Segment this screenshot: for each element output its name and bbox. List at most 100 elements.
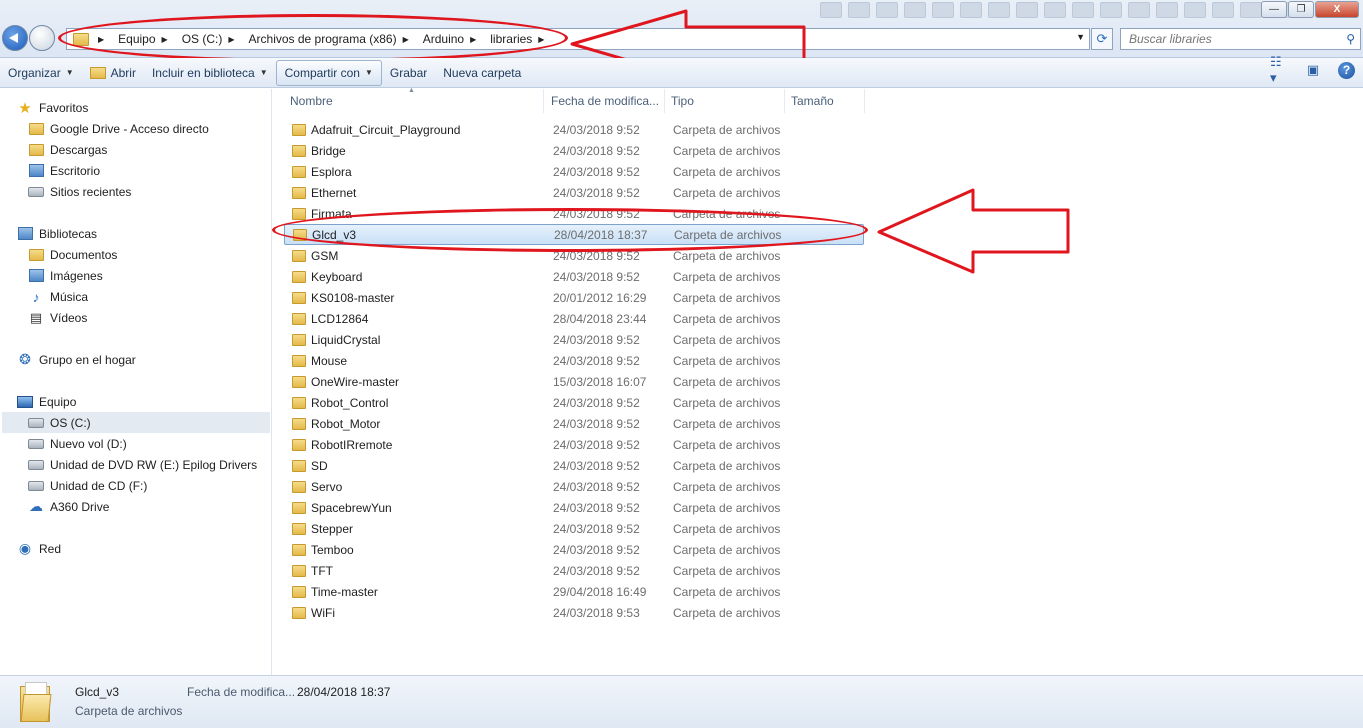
- file-row[interactable]: Esplora 24/03/2018 9:52 Carpeta de archivo…: [284, 161, 864, 182]
- folder-icon: [292, 522, 306, 535]
- file-row[interactable]: LiquidCrystal 24/03/2018 9:52 Carpeta de a…: [284, 329, 864, 350]
- file-name: RobotIRremote: [311, 437, 393, 452]
- search-box[interactable]: ⚲: [1120, 28, 1361, 50]
- file-name: KS0108-master: [311, 290, 395, 305]
- file-row[interactable]: Stepper 24/03/2018 9:52 Carpeta de archivo…: [284, 518, 864, 539]
- file-type: Carpeta de archivos: [673, 122, 781, 137]
- organize-menu[interactable]: Organizar ▼: [0, 60, 82, 86]
- annotation-ellipse-selected-row: [272, 208, 868, 252]
- file-row[interactable]: SD 24/03/2018 9:52 Carpeta de archivos: [284, 455, 864, 476]
- navigation-pane: ★ Favoritos Google Drive - Acceso directo…: [0, 89, 272, 675]
- folder-icon: [292, 459, 306, 472]
- preview-pane-icon[interactable]: ▣: [1304, 61, 1322, 79]
- file-date: 20/01/2012 16:29: [553, 290, 647, 305]
- folder-shortcut-icon: [28, 122, 44, 135]
- file-row[interactable]: Mouse 24/03/2018 9:52 Carpeta de archivos: [284, 350, 864, 371]
- file-row[interactable]: LCD12864 28/04/2018 23:44 Carpeta de archi…: [284, 308, 864, 329]
- maximize-button[interactable]: ❐: [1288, 1, 1314, 18]
- column-header-type[interactable]: Tipo: [665, 89, 785, 113]
- file-row[interactable]: SpacebrewYun 24/03/2018 9:52 Carpeta de ar…: [284, 497, 864, 518]
- sidebar-favorites[interactable]: ★ Favoritos: [17, 97, 88, 118]
- dvd-drive-icon: [28, 459, 44, 470]
- hard-drive-icon: [28, 438, 44, 449]
- file-date: 28/04/2018 23:44: [553, 311, 647, 326]
- folder-icon: [292, 396, 306, 409]
- file-list: ▲ Nombre Fecha de modifica... Tipo Tamañ…: [272, 87, 1363, 675]
- file-type: Carpeta de archivos: [673, 185, 781, 200]
- sidebar-item-google-drive[interactable]: Google Drive - Acceso directo: [28, 118, 209, 139]
- search-icon[interactable]: ⚲: [1346, 32, 1355, 46]
- file-name: TFT: [311, 563, 333, 578]
- sidebar-item-drive-d[interactable]: Nuevo vol (D:): [28, 433, 127, 454]
- sidebar-libraries[interactable]: Bibliotecas: [17, 223, 97, 244]
- details-name: Glcd_v3: [75, 685, 120, 699]
- folder-icon: [292, 354, 306, 367]
- help-icon[interactable]: ?: [1338, 61, 1355, 79]
- details-pane: Glcd_v3 Carpeta de archivos Fecha de mod…: [0, 675, 1363, 728]
- file-row[interactable]: Adafruit_Circuit_Playground 24/03/2018 9:…: [284, 119, 864, 140]
- column-header-name[interactable]: Nombre: [284, 89, 544, 113]
- forward-button[interactable]: [29, 25, 55, 51]
- file-type: Carpeta de archivos: [673, 395, 781, 410]
- file-row[interactable]: Ethernet 24/03/2018 9:52 Carpeta de archiv…: [284, 182, 864, 203]
- file-row[interactable]: Keyboard 24/03/2018 9:52 Carpeta de archiv…: [284, 266, 864, 287]
- open-button[interactable]: Abrir: [82, 60, 144, 86]
- new-folder-button[interactable]: Nueva carpeta: [435, 60, 529, 86]
- file-date: 24/03/2018 9:52: [553, 458, 640, 473]
- file-row[interactable]: WiFi 24/03/2018 9:53 Carpeta de archivos: [284, 602, 864, 623]
- refresh-icon[interactable]: ⟳: [1091, 28, 1113, 50]
- file-row[interactable]: Bridge 24/03/2018 9:52 Carpeta de archivos: [284, 140, 864, 161]
- file-type: Carpeta de archivos: [673, 143, 781, 158]
- sidebar-item-pictures[interactable]: Imágenes: [28, 265, 103, 286]
- close-button[interactable]: X: [1315, 1, 1359, 18]
- sidebar-item-documents[interactable]: Documentos: [28, 244, 117, 265]
- include-in-library-menu[interactable]: Incluir en biblioteca ▼: [144, 60, 276, 86]
- sidebar-item-cd-drive[interactable]: Unidad de CD (F:): [28, 475, 147, 496]
- minimize-button[interactable]: —: [1261, 1, 1287, 18]
- sidebar-network[interactable]: ◉ Red: [17, 538, 61, 559]
- file-type: Carpeta de archivos: [673, 563, 781, 578]
- folder-icon: [292, 438, 306, 451]
- address-dropdown-icon[interactable]: ▼: [1076, 32, 1085, 42]
- share-with-menu[interactable]: Compartir con ▼: [275, 59, 382, 86]
- hard-drive-icon: [28, 417, 44, 428]
- sidebar-item-a360-drive[interactable]: ☁ A360 Drive: [28, 496, 109, 517]
- file-row[interactable]: Servo 24/03/2018 9:52 Carpeta de archivos: [284, 476, 864, 497]
- file-row[interactable]: KS0108-master 20/01/2012 16:29 Carpeta de …: [284, 287, 864, 308]
- file-date: 24/03/2018 9:52: [553, 542, 640, 557]
- sidebar-item-music[interactable]: ♪ Música: [28, 286, 89, 307]
- sidebar-item-desktop[interactable]: Escritorio: [28, 160, 100, 181]
- sidebar-homegroup[interactable]: ❂ Grupo en el hogar: [17, 349, 136, 370]
- file-row[interactable]: Robot_Control 24/03/2018 9:52 Carpeta de a…: [284, 392, 864, 413]
- file-row[interactable]: TFT 24/03/2018 9:52 Carpeta de archivos: [284, 560, 864, 581]
- file-row[interactable]: OneWire-master 15/03/2018 16:07 Carpeta de…: [284, 371, 864, 392]
- file-row[interactable]: RobotIRremote 24/03/2018 9:52 Carpeta de a…: [284, 434, 864, 455]
- recent-places-icon: [28, 186, 44, 197]
- column-header-date[interactable]: Fecha de modifica...: [545, 89, 665, 113]
- details-date-value: 28/04/2018 18:37: [297, 685, 391, 699]
- folder-icon: [292, 375, 306, 388]
- file-date: 24/03/2018 9:52: [553, 185, 640, 200]
- sidebar-computer[interactable]: Equipo: [17, 391, 76, 412]
- sidebar-item-dvd-drive[interactable]: Unidad de DVD RW (E:) Epilog Drivers: [28, 454, 257, 475]
- sidebar-item-downloads[interactable]: Descargas: [28, 139, 107, 160]
- file-name: Mouse: [311, 353, 348, 368]
- sidebar-item-recent-places[interactable]: Sitios recientes: [28, 181, 131, 202]
- music-note-icon: ♪: [32, 288, 40, 305]
- file-name: Time-master: [311, 584, 378, 599]
- folder-icon: [292, 501, 306, 514]
- view-options-icon[interactable]: ☷ ▾: [1270, 54, 1288, 85]
- column-header-size[interactable]: Tamaño: [785, 89, 865, 113]
- file-row[interactable]: Robot_Motor 24/03/2018 9:52 Carpeta de arc…: [284, 413, 864, 434]
- sidebar-item-drive-c[interactable]: OS (C:): [2, 412, 270, 433]
- folder-icon: [292, 543, 306, 556]
- burn-button[interactable]: Grabar: [382, 60, 435, 86]
- file-type: Carpeta de archivos: [673, 584, 781, 599]
- sidebar-item-videos[interactable]: ▤ Vídeos: [28, 307, 88, 328]
- search-input[interactable]: [1121, 29, 1331, 49]
- homegroup-icon: ❂: [19, 351, 31, 367]
- file-row[interactable]: Time-master 29/04/2018 16:49 Carpeta de ar…: [284, 581, 864, 602]
- folder-icon: [292, 312, 306, 325]
- back-button[interactable]: [2, 25, 28, 51]
- file-row[interactable]: Temboo 24/03/2018 9:52 Carpeta de archivos: [284, 539, 864, 560]
